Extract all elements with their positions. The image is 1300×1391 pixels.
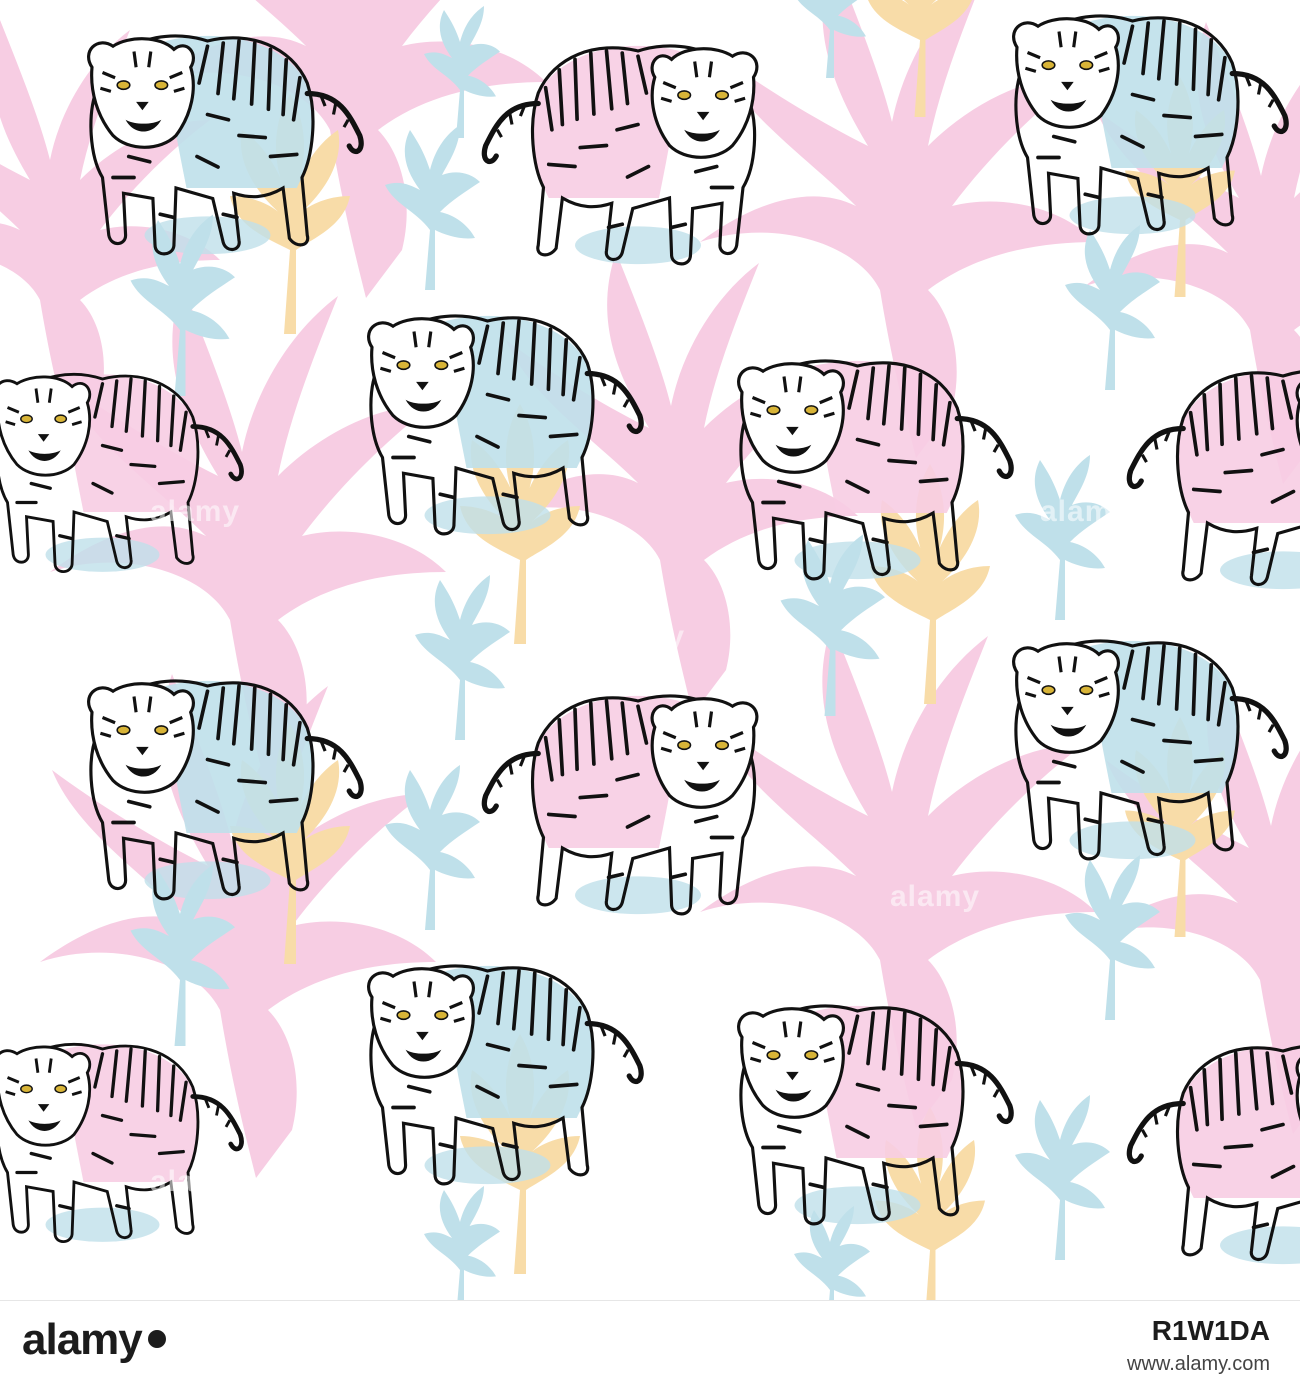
tiger-pattern-artwork	[0, 0, 1300, 1300]
pattern-image: alamy alamy alamy alamy alamy alamy	[0, 0, 1300, 1300]
blue-leaf-7	[1015, 455, 1110, 620]
tiger-13	[1129, 1046, 1300, 1264]
tiger-8	[484, 696, 757, 914]
tiger-4	[739, 361, 1012, 579]
tiger-12	[0, 1044, 242, 1242]
blue-leaf-5	[415, 575, 510, 740]
alamy-logo-text: alamy	[22, 1315, 143, 1364]
tiger-6	[1129, 371, 1300, 589]
blue-leaf-10	[1065, 855, 1160, 1020]
footer-bar: alamy R1W1DA www.alamy.com	[0, 1300, 1300, 1391]
image-id: R1W1DA	[1151, 1315, 1270, 1346]
blue-leaf-12	[424, 1186, 500, 1300]
site-url: www.alamy.com	[1127, 1353, 1270, 1375]
blue-leaf-11	[1015, 1095, 1110, 1260]
tiger-11	[739, 1006, 1012, 1224]
alamy-logo: alamy	[22, 1315, 166, 1365]
blue-leaf-9	[385, 765, 480, 930]
alamy-logo-mark-icon	[147, 1330, 166, 1348]
blue-leaf-4	[1065, 225, 1160, 390]
tiger-10	[369, 966, 642, 1184]
